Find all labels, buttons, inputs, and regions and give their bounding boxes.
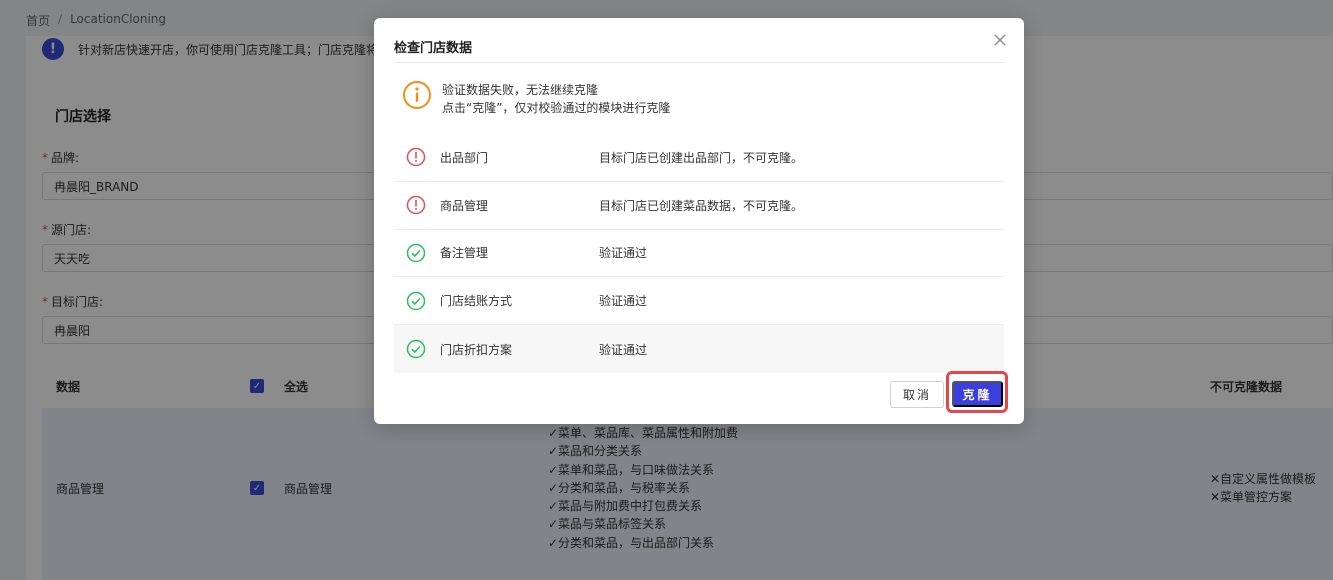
error-icon <box>406 195 426 215</box>
check-circle-icon <box>406 291 426 311</box>
check-circle-icon <box>406 339 426 359</box>
check-circle-icon <box>406 243 426 263</box>
result-row: 门店折扣方案 验证通过 <box>394 325 1004 373</box>
result-message: 验证通过 <box>599 342 648 357</box>
result-row: 出品部门 目标门店已创建出品部门，不可克隆。 <box>394 134 1004 182</box>
result-name: 门店折扣方案 <box>440 342 513 357</box>
result-message: 验证通过 <box>599 294 648 309</box>
warning-line-1: 验证数据失败，无法继续克隆 <box>442 83 599 97</box>
warning-message: 验证数据失败，无法继续克隆 点击“克隆”，仅对校验通过的模块进行克隆 <box>402 80 670 117</box>
clone-button[interactable]: 克隆 <box>952 381 1003 407</box>
warning-info-icon <box>403 81 431 109</box>
modal-title: 检查门店数据 <box>394 41 473 56</box>
close-icon[interactable] <box>992 32 1008 48</box>
result-name: 备注管理 <box>440 246 489 261</box>
result-message: 目标门店已创建菜品数据，不可克隆。 <box>599 198 804 213</box>
warning-line-2: 点击“克隆”，仅对校验通过的模块进行克隆 <box>442 101 671 115</box>
modal-divider <box>394 62 1004 63</box>
result-message: 验证通过 <box>599 246 648 261</box>
result-name: 门店结账方式 <box>440 294 513 309</box>
result-message: 目标门店已创建出品部门，不可克隆。 <box>599 150 804 165</box>
result-name: 出品部门 <box>440 150 489 165</box>
check-store-data-modal: 检查门店数据 验证数据失败，无法继续克隆 点击“克隆”，仅对校验通过的模块进行克… <box>374 18 1024 424</box>
clone-button-highlight: 克隆 <box>946 371 1008 413</box>
cancel-button[interactable]: 取消 <box>890 381 944 408</box>
validation-result-list: 出品部门 目标门店已创建出品部门，不可克隆。 商品管理 目标门店已创建菜品数据，… <box>394 134 1004 373</box>
result-row: 门店结账方式 验证通过 <box>394 277 1004 326</box>
result-name: 商品管理 <box>440 198 489 213</box>
result-row: 商品管理 目标门店已创建菜品数据，不可克隆。 <box>394 182 1004 230</box>
error-icon <box>406 148 426 167</box>
result-row: 备注管理 验证通过 <box>394 230 1004 278</box>
